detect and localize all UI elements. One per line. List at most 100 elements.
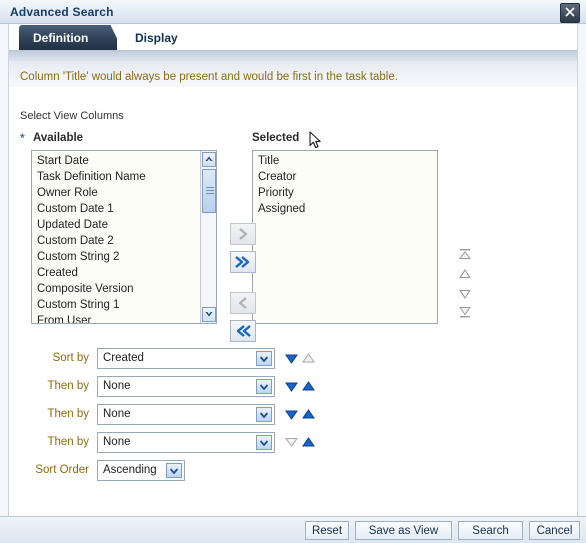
save-as-view-button[interactable]: Save as View xyxy=(355,521,452,540)
chevron-down-icon xyxy=(166,463,182,478)
cancel-button[interactable]: Cancel xyxy=(529,521,580,540)
available-list-item[interactable]: Custom Date 2 xyxy=(32,233,199,249)
selected-list-header: Selected xyxy=(252,132,300,144)
available-list-item[interactable]: From User xyxy=(32,313,199,323)
page-title: Advanced Search xyxy=(10,5,114,19)
sort-ascending-icon xyxy=(301,409,315,419)
move-all-left-button[interactable] xyxy=(230,320,256,342)
available-list-item[interactable]: Custom String 2 xyxy=(32,249,199,265)
sort-ascending-icon xyxy=(301,381,315,391)
tab-display-label: Display xyxy=(135,31,178,45)
sort-descending-button-3[interactable] xyxy=(284,408,298,421)
sort-descending-icon xyxy=(284,382,298,392)
then-by-label-1: Then by xyxy=(47,380,89,392)
available-list-item[interactable]: Created xyxy=(32,265,199,281)
move-down-button[interactable] xyxy=(456,287,474,301)
sort-ascending-button-2[interactable] xyxy=(301,380,315,393)
sort-order-row: Sort Order Ascending xyxy=(9,460,577,482)
selected-list-item[interactable]: Creator xyxy=(253,169,437,185)
available-list-item[interactable]: Custom Date 1 xyxy=(32,201,199,217)
available-list-item[interactable]: Composite Version xyxy=(32,281,199,297)
sort-by-value: Created xyxy=(103,352,144,364)
sort-ascending-button-1[interactable] xyxy=(301,352,315,365)
dialog-gutter-right xyxy=(577,0,586,543)
move-left-button[interactable] xyxy=(230,292,256,314)
available-list-header: Available xyxy=(33,132,84,144)
reset-button[interactable]: Reset xyxy=(305,521,349,540)
then-by-label-2: Then by xyxy=(47,408,89,420)
then-by-select-2[interactable]: None xyxy=(97,404,275,425)
scrollbar-grip-icon xyxy=(206,187,214,194)
scrollbar-down-button[interactable] xyxy=(202,307,216,322)
sort-order-select[interactable]: Ascending xyxy=(97,460,185,481)
sort-ascending-button-3[interactable] xyxy=(301,408,315,421)
move-down-icon xyxy=(459,290,471,299)
chevron-left-icon xyxy=(238,297,247,309)
tab-definition-label: Definition xyxy=(33,31,89,45)
sort-descending-icon xyxy=(284,354,298,364)
available-listbox[interactable]: Start Date Task Definition Name Owner Role… xyxy=(31,150,217,324)
selected-listbox[interactable]: Title Creator Priority Assigned xyxy=(252,150,438,324)
display-tab-panel: Column 'Title' would always be present a… xyxy=(9,51,577,516)
selected-items-container: Title Creator Priority Assigned xyxy=(253,151,437,323)
dialog-title-bar: Advanced Search xyxy=(0,0,586,24)
sort-descending-button-2[interactable] xyxy=(284,380,298,393)
message-bar-shade xyxy=(9,51,577,61)
tab-bar: Definition Display xyxy=(9,25,577,51)
close-button[interactable] xyxy=(560,3,580,23)
selected-list-item[interactable]: Assigned xyxy=(253,201,437,217)
move-to-bottom-button[interactable] xyxy=(456,305,474,319)
sort-ascending-icon xyxy=(301,353,315,363)
sort-ascending-button-4[interactable] xyxy=(301,436,315,449)
move-to-top-button[interactable] xyxy=(456,247,474,261)
dialog-footer: Reset Save as View Search Cancel xyxy=(0,516,586,543)
info-message-text: Column 'Title' would always be present a… xyxy=(20,71,398,83)
sort-order-label: Sort Order xyxy=(35,464,89,476)
select-view-columns-label: Select View Columns xyxy=(20,110,124,122)
then-by-value-2: None xyxy=(103,408,131,420)
double-chevron-left-icon xyxy=(236,325,251,337)
available-list-item[interactable]: Custom String 1 xyxy=(32,297,199,313)
scroll-up-icon xyxy=(205,156,213,161)
chevron-down-icon xyxy=(256,379,272,394)
move-right-button[interactable] xyxy=(230,223,256,245)
sort-ascending-icon xyxy=(301,437,315,447)
sort-row-2: Then by None xyxy=(9,376,577,398)
chevron-right-icon xyxy=(239,228,248,240)
required-asterisk: * xyxy=(20,131,25,145)
info-message-bar: Column 'Title' would always be present a… xyxy=(9,51,577,87)
scrollbar-thumb[interactable] xyxy=(202,169,216,213)
sort-order-value: Ascending xyxy=(103,464,157,476)
selected-list-item[interactable]: Title xyxy=(253,153,437,169)
double-chevron-right-icon xyxy=(235,256,250,268)
sort-by-select[interactable]: Created xyxy=(97,348,275,369)
move-up-button[interactable] xyxy=(456,267,474,281)
available-list-item[interactable]: Start Date xyxy=(32,153,199,169)
sort-row-1: Sort by Created xyxy=(9,348,577,370)
sort-descending-button-1[interactable] xyxy=(284,352,298,365)
tab-trailing-edge xyxy=(195,25,223,51)
sort-row-3: Then by None xyxy=(9,404,577,426)
available-list-item[interactable]: Task Definition Name xyxy=(32,169,199,185)
sort-descending-button-4[interactable] xyxy=(284,436,298,449)
search-button[interactable]: Search xyxy=(458,521,523,540)
available-list-item[interactable]: Updated Date xyxy=(32,217,199,233)
close-icon xyxy=(565,7,575,17)
sort-row-4: Then by None xyxy=(9,432,577,454)
move-up-icon xyxy=(459,269,471,278)
chevron-down-icon xyxy=(256,435,272,450)
available-list-item[interactable]: Owner Role xyxy=(32,185,199,201)
scrollbar-up-button[interactable] xyxy=(202,152,216,167)
available-scrollbar[interactable] xyxy=(200,151,216,323)
tab-definition[interactable]: Definition xyxy=(19,25,123,51)
then-by-select-3[interactable]: None xyxy=(97,432,275,453)
move-all-right-button[interactable] xyxy=(230,251,256,273)
then-by-label-3: Then by xyxy=(47,436,89,448)
move-to-top-icon xyxy=(458,249,472,259)
scroll-down-icon xyxy=(205,312,213,317)
sort-by-label: Sort by xyxy=(52,352,89,364)
then-by-select-1[interactable]: None xyxy=(97,376,275,397)
then-by-value-1: None xyxy=(103,380,131,392)
selected-list-item[interactable]: Priority xyxy=(253,185,437,201)
sort-descending-icon xyxy=(284,438,298,447)
